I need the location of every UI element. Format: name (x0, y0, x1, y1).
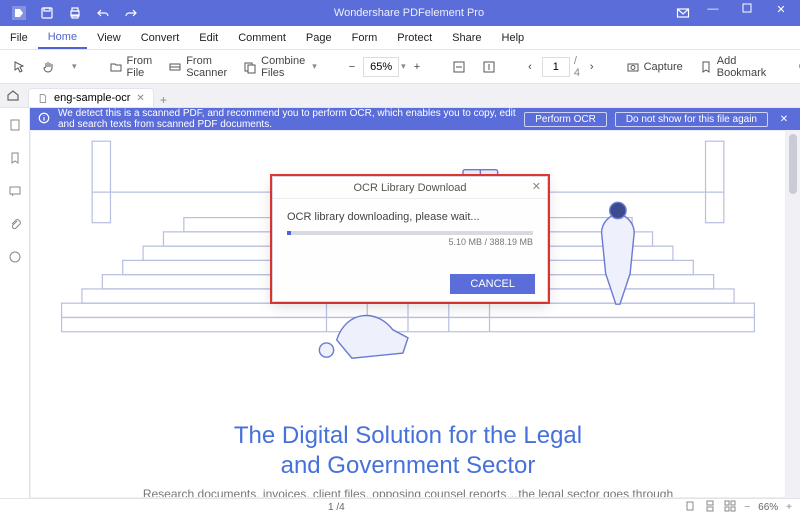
perform-ocr-button[interactable]: Perform OCR (524, 112, 607, 127)
document-body-text: Research documents, invoices, client fil… (128, 486, 688, 498)
capture-button[interactable]: Capture (620, 57, 689, 77)
tabstrip: eng-sample-ocr ✕ + (0, 84, 800, 108)
menu-page[interactable]: Page (296, 26, 342, 49)
menu-home[interactable]: Home (38, 26, 87, 49)
page-next-button[interactable]: › (584, 58, 600, 76)
menu-help[interactable]: Help (492, 26, 535, 49)
dialog-message: OCR library downloading, please wait... (287, 211, 533, 223)
status-zoom-value: 66% (758, 502, 778, 513)
file-icon (37, 93, 48, 104)
undo-icon[interactable] (92, 3, 114, 23)
hand-tool-icon[interactable] (36, 57, 62, 77)
statusbar: 1 /4 − 66% + (0, 498, 800, 516)
zoom-in-button[interactable]: + (408, 58, 426, 76)
view-grid-icon[interactable] (724, 500, 736, 515)
status-zoom-in[interactable]: + (786, 502, 792, 513)
document-tab[interactable]: eng-sample-ocr ✕ (28, 88, 154, 107)
tab-home-icon[interactable] (6, 88, 20, 105)
menu-file[interactable]: File (0, 26, 38, 49)
page-prev-button[interactable]: ‹ (522, 58, 538, 76)
attachments-icon[interactable] (8, 217, 22, 236)
zoom-out-button[interactable]: − (343, 58, 361, 76)
menu-edit[interactable]: Edit (189, 26, 228, 49)
view-single-icon[interactable] (684, 500, 696, 515)
from-scanner-label: From Scanner (186, 55, 227, 79)
document-title: The Digital Solution for the Legal and G… (31, 421, 785, 481)
titlebar: Wondershare PDFelement Pro — ✕ (0, 0, 800, 26)
banner-close-button[interactable]: ✕ (776, 114, 792, 125)
dialog-close-button[interactable]: ✕ (532, 180, 541, 193)
menu-view[interactable]: View (87, 26, 131, 49)
menu-share[interactable]: Share (442, 26, 491, 49)
status-zoom-out[interactable]: − (744, 502, 750, 513)
progress-fill (287, 231, 291, 235)
tab-add-button[interactable]: + (160, 93, 167, 107)
combine-files-button[interactable]: Combine Files▾ (237, 52, 323, 82)
tool-dropdown-icon[interactable]: ▾ (66, 58, 83, 75)
vertical-scrollbar[interactable] (786, 130, 800, 498)
page-input[interactable] (542, 57, 570, 77)
search-icon[interactable] (792, 57, 800, 77)
info-icon (38, 112, 50, 127)
scrollbar-thumb[interactable] (789, 134, 797, 194)
progress-bar (287, 231, 533, 235)
capture-label: Capture (644, 61, 683, 73)
menubar: File Home View Convert Edit Comment Page… (0, 26, 800, 50)
from-scanner-button[interactable]: From Scanner (162, 52, 233, 82)
redo-icon[interactable] (120, 3, 142, 23)
add-bookmark-button[interactable]: Add Bookmark (693, 52, 773, 82)
status-page: 1 /4 (328, 502, 345, 513)
view-continuous-icon[interactable] (704, 500, 716, 515)
fit-page-icon[interactable] (476, 57, 502, 77)
save-icon[interactable] (36, 3, 58, 23)
combine-files-label: Combine Files (261, 55, 305, 79)
annotations-icon[interactable] (8, 184, 22, 203)
menu-protect[interactable]: Protect (387, 26, 442, 49)
bookmarks-icon[interactable] (8, 151, 22, 170)
banner-text: We detect this is a scanned PDF, and rec… (58, 108, 516, 130)
page-total: / 4 (574, 55, 580, 79)
from-file-label: From File (127, 55, 153, 79)
banner-dismiss-button[interactable]: Do not show for this file again (615, 112, 768, 127)
ocr-banner: We detect this is a scanned PDF, and rec… (30, 108, 800, 130)
menu-comment[interactable]: Comment (228, 26, 296, 49)
zoom-input[interactable] (363, 57, 399, 77)
ocr-download-dialog: OCR Library Download ✕ OCR library downl… (272, 176, 548, 302)
more-tools-icon[interactable] (8, 250, 22, 269)
tab-close-button[interactable]: ✕ (136, 93, 144, 104)
add-bookmark-label: Add Bookmark (717, 55, 767, 79)
from-file-button[interactable]: From File (103, 52, 159, 82)
left-sidebar (0, 108, 30, 498)
app-logo-icon (8, 3, 30, 23)
window-maximize-button[interactable] (732, 3, 762, 23)
thumbnails-icon[interactable] (8, 118, 22, 137)
tab-filename: eng-sample-ocr (54, 92, 130, 104)
window-close-button[interactable]: ✕ (766, 3, 796, 23)
mail-icon[interactable] (672, 3, 694, 23)
menu-convert[interactable]: Convert (131, 26, 190, 49)
menu-form[interactable]: Form (342, 26, 388, 49)
fit-width-icon[interactable] (446, 57, 472, 77)
print-icon[interactable] (64, 3, 86, 23)
toolbar: ▾ From File From Scanner Combine Files▾ … (0, 50, 800, 84)
app-title: Wondershare PDFelement Pro (150, 7, 668, 19)
window-minimize-button[interactable]: — (698, 3, 728, 23)
dialog-title: OCR Library Download (353, 182, 466, 194)
cancel-button[interactable]: CANCEL (450, 274, 535, 294)
download-progress-text: 5.10 MB / 388.19 MB (287, 237, 533, 247)
select-tool-icon[interactable] (6, 57, 32, 77)
